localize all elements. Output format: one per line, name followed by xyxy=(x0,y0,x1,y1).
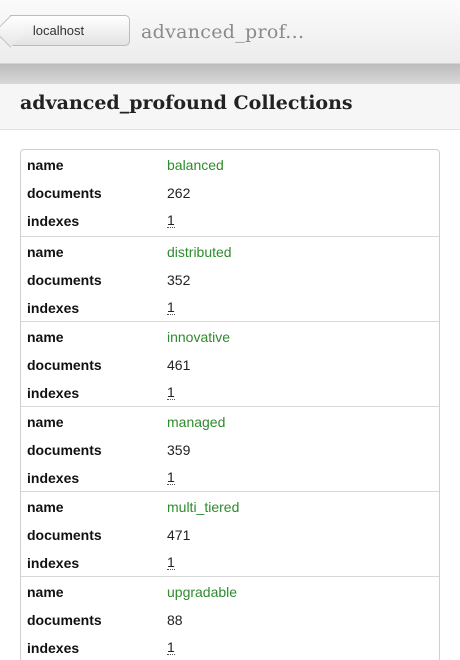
collection-indexes-row: indexes 1 xyxy=(21,549,439,577)
collection-item[interactable]: name multi_tiered documents 471 indexes 1 xyxy=(21,491,439,576)
collection-item[interactable]: name managed documents 359 indexes 1 xyxy=(21,406,439,491)
collection-documents-label: documents xyxy=(27,527,102,543)
collection-name-label: name xyxy=(27,499,64,515)
collection-documents-value: 461 xyxy=(167,357,191,373)
navigation-bar: localhost advanced_prof... xyxy=(0,0,460,64)
collection-documents-label: documents xyxy=(27,442,102,458)
collection-name-label: name xyxy=(27,584,64,600)
collection-name-label: name xyxy=(27,414,64,430)
collection-name-row: name upgradable xyxy=(21,578,439,606)
back-button-label: localhost xyxy=(32,23,85,38)
collection-indexes-value: 1 xyxy=(167,299,175,315)
collection-name-row: name managed xyxy=(21,408,439,436)
collection-item[interactable]: name balanced documents 262 indexes 1 xyxy=(21,151,439,236)
collection-name-row: name multi_tiered xyxy=(21,493,439,521)
collection-name-value[interactable]: innovative xyxy=(167,329,230,345)
collection-indexes-label: indexes xyxy=(27,385,80,401)
collections-list: name balanced documents 262 indexes 1 name dist… xyxy=(20,149,440,660)
collection-indexes-row: indexes 1 xyxy=(21,379,439,407)
collection-documents-label: documents xyxy=(27,185,102,201)
collection-documents-value: 352 xyxy=(167,272,191,288)
collection-indexes-label: indexes xyxy=(27,470,80,486)
collection-name-value[interactable]: upgradable xyxy=(167,584,237,600)
page-header: advanced_profound Collections xyxy=(0,84,460,130)
collection-documents-value: 359 xyxy=(167,442,191,458)
collection-item[interactable]: name innovative documents 461 indexes 1 xyxy=(21,321,439,406)
collection-documents-value: 262 xyxy=(167,185,191,201)
collection-name-value[interactable]: distributed xyxy=(167,244,232,260)
collection-indexes-value: 1 xyxy=(167,469,175,485)
page-title: advanced_profound Collections xyxy=(20,92,353,114)
collection-name-label: name xyxy=(27,329,64,345)
collection-indexes-value: 1 xyxy=(167,384,175,400)
collection-name-value[interactable]: balanced xyxy=(167,157,224,173)
collection-indexes-value: 1 xyxy=(167,639,175,655)
collection-indexes-label: indexes xyxy=(27,640,80,656)
collection-name-row: name distributed xyxy=(21,238,439,266)
collection-documents-label: documents xyxy=(27,612,102,628)
collection-documents-row: documents 88 xyxy=(21,606,439,634)
collection-name-value[interactable]: multi_tiered xyxy=(167,499,239,515)
collection-documents-row: documents 262 xyxy=(21,179,439,207)
window-title: advanced_prof... xyxy=(141,21,305,43)
toolbar-shadow xyxy=(0,64,460,84)
collection-indexes-row: indexes 1 xyxy=(21,464,439,492)
collection-documents-value: 88 xyxy=(167,612,183,628)
collection-indexes-value: 1 xyxy=(167,212,175,228)
collection-name-row: name balanced xyxy=(21,151,439,179)
collection-name-label: name xyxy=(27,244,64,260)
collection-name-value[interactable]: managed xyxy=(167,414,225,430)
collection-name-row: name innovative xyxy=(21,323,439,351)
collection-documents-value: 471 xyxy=(167,527,191,543)
collection-item[interactable]: name distributed documents 352 indexes 1 xyxy=(21,236,439,321)
collection-indexes-row: indexes 1 xyxy=(21,634,439,660)
collection-item[interactable]: name upgradable documents 88 indexes 1 xyxy=(21,576,439,660)
collection-indexes-label: indexes xyxy=(27,555,80,571)
collection-documents-label: documents xyxy=(27,357,102,373)
collection-indexes-row: indexes 1 xyxy=(21,294,439,322)
collection-documents-row: documents 359 xyxy=(21,436,439,464)
collection-documents-row: documents 471 xyxy=(21,521,439,549)
collection-indexes-row: indexes 1 xyxy=(21,207,439,235)
collection-documents-row: documents 352 xyxy=(21,266,439,294)
collection-indexes-label: indexes xyxy=(27,300,80,316)
collection-documents-label: documents xyxy=(27,272,102,288)
collection-name-label: name xyxy=(27,157,64,173)
back-button[interactable]: localhost xyxy=(10,15,130,46)
collection-indexes-value: 1 xyxy=(167,554,175,570)
collection-documents-row: documents 461 xyxy=(21,351,439,379)
collection-indexes-label: indexes xyxy=(27,213,80,229)
